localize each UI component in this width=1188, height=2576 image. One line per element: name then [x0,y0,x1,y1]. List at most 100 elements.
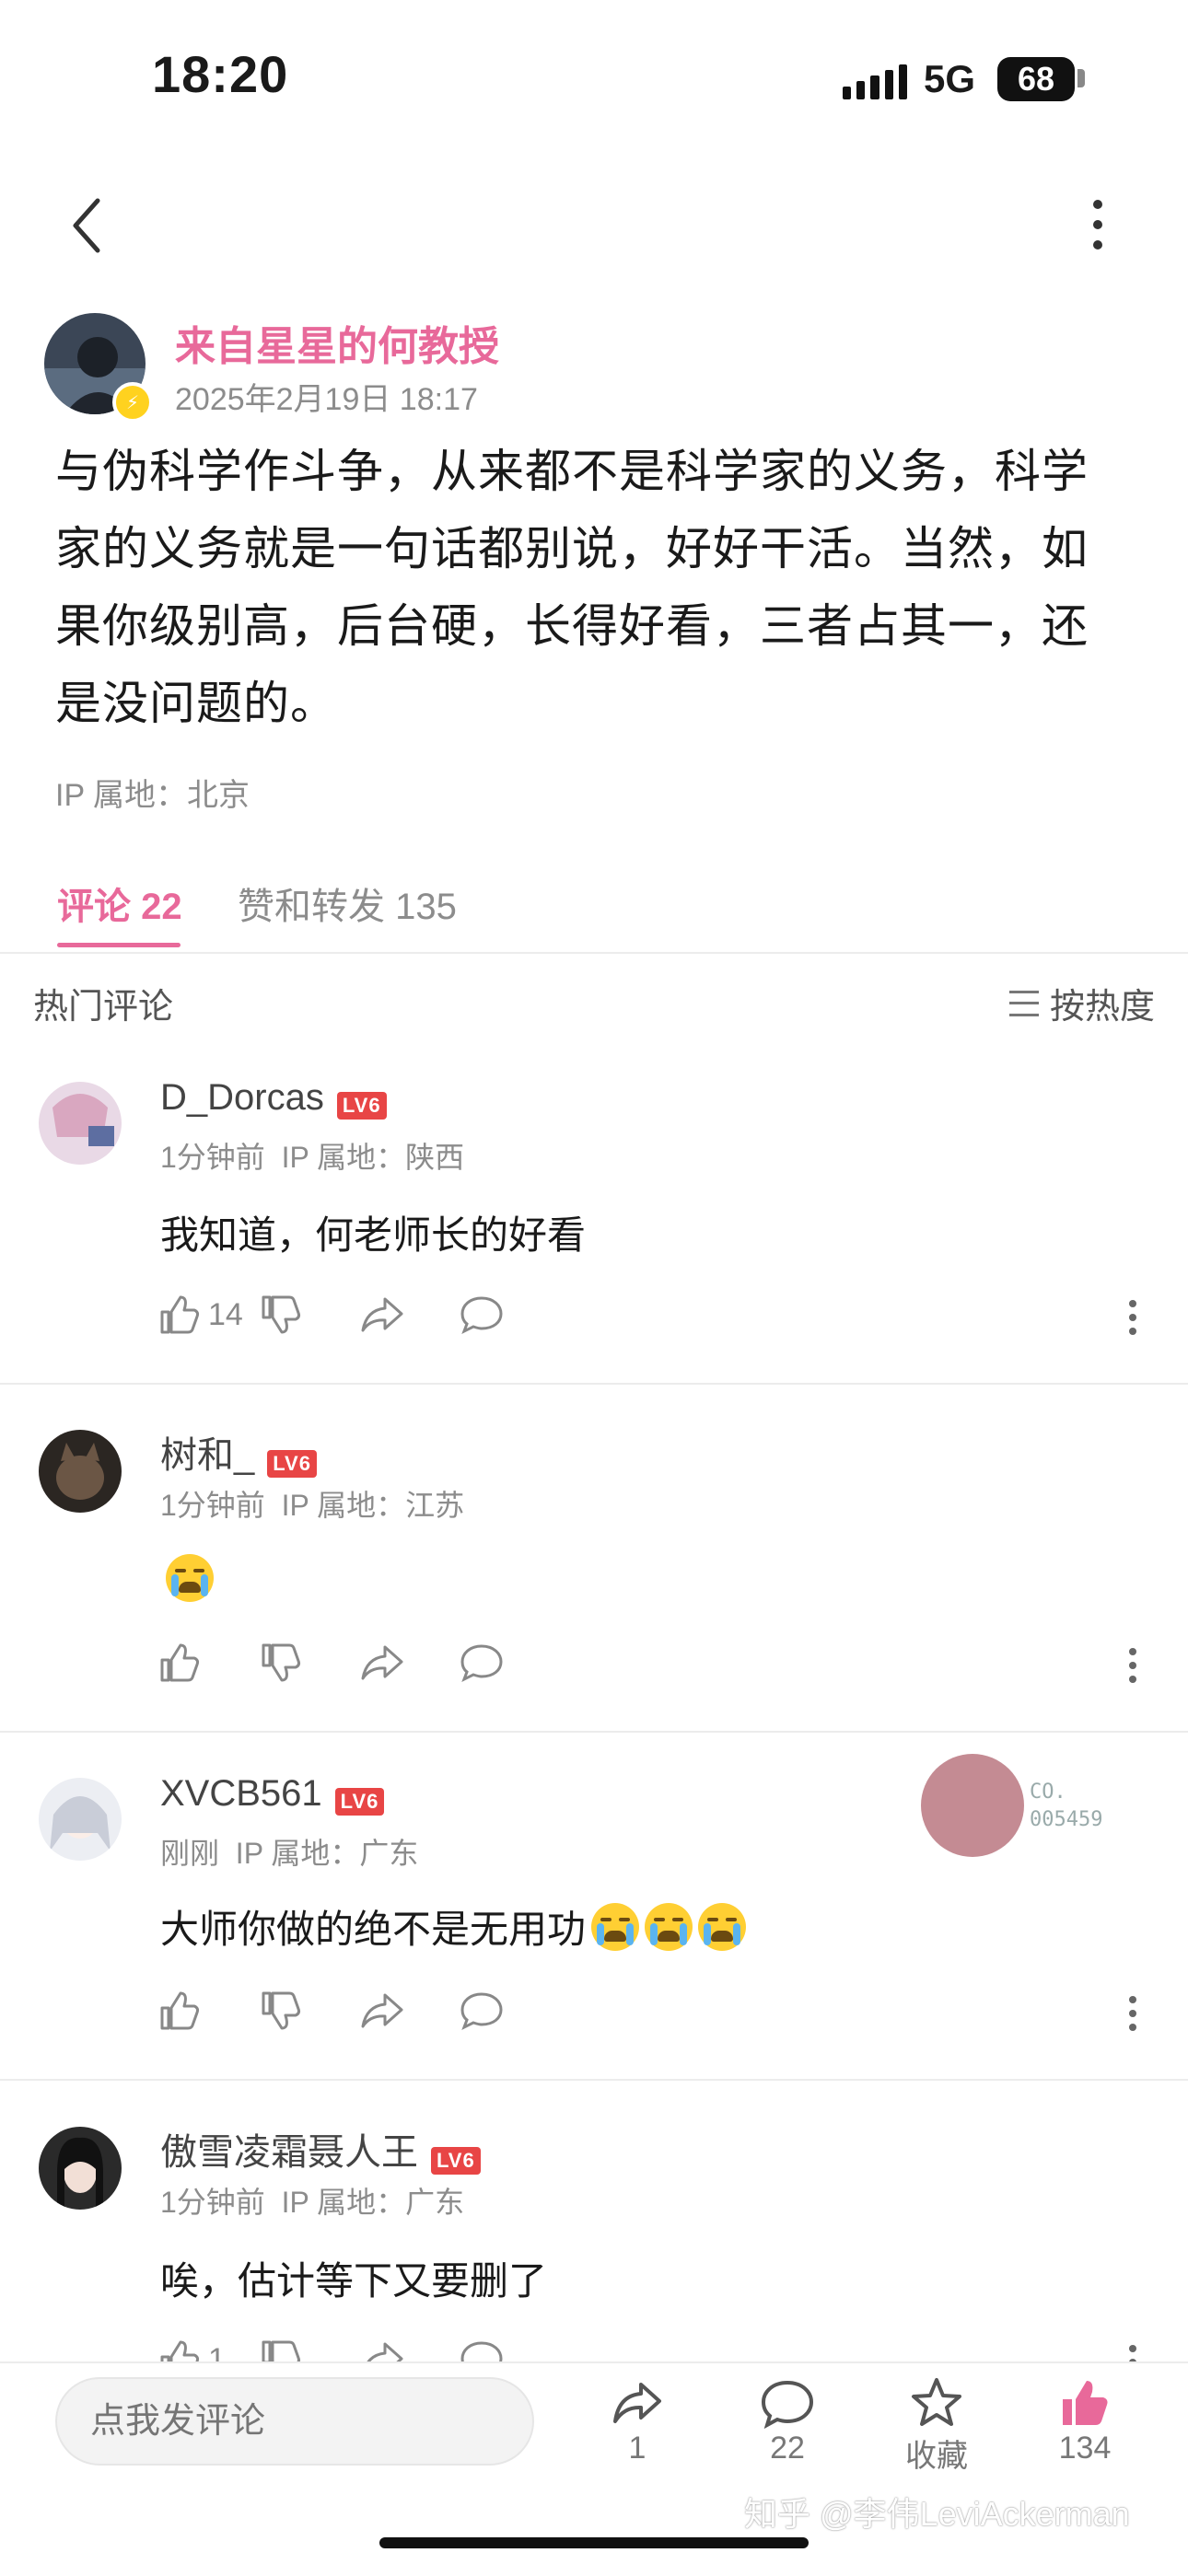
comment-share-button[interactable] [359,1990,405,2032]
comment-avatar[interactable] [39,1082,122,1165]
comment-text-row: 大师你做的绝不是无用功 [160,1898,747,1955]
post-time: 2025年2月19日 18:17 [175,382,478,417]
divider [0,2079,1188,2081]
like-count: 134 [1058,2431,1112,2466]
crying-emoji-icon [166,1554,214,1602]
comment-header: D_Dorcas LV6 [160,1077,387,1120]
thumbs-up-icon [160,1643,200,1682]
comment-time: 1分钟前 [160,2186,265,2219]
comment-more-button[interactable] [1125,1647,1140,1688]
comment-time: 1分钟前 [160,1489,265,1522]
share-button[interactable]: 1 [582,2375,693,2466]
comment-author[interactable]: 树和_ [160,1435,254,1476]
sticker-image [921,1754,1024,1857]
like-button[interactable]: 134 [1030,2375,1140,2466]
tab-likes-reposts[interactable]: 赞和转发 135 [238,876,457,930]
back-icon[interactable] [64,193,111,258]
comment-author[interactable]: XVCB561 [160,1773,322,1814]
comment-dislike-button[interactable] [260,1294,302,1336]
share-icon [361,1645,403,1680]
comment-ip: IP 属地：陕西 [281,1141,465,1174]
level-badge: LV6 [431,2146,481,2175]
crying-emoji-icon [645,1902,693,1951]
more-icon [1129,1648,1136,1683]
share-icon [361,1993,403,2028]
sticker-line: CO. [1030,1781,1066,1804]
share-icon [613,2383,661,2423]
crying-emoji-icon [698,1902,747,1951]
comment-share-button[interactable] [359,1294,405,1336]
level-badge: LV6 [334,1787,385,1816]
more-icon[interactable] [1087,197,1109,252]
comment-like-count: 14 [208,1296,243,1332]
post-ip-location: IP 属地：北京 [55,778,250,813]
battery-cap [1077,69,1085,87]
comment-meta: 1分钟前 IP 属地：广东 [160,2179,464,2222]
comment-ip: IP 属地：江苏 [281,1489,465,1522]
comment-reply-button[interactable] [459,1294,505,1336]
sticker-text: CO. 005459 [1030,1779,1102,1834]
comment-more-button[interactable] [1125,1299,1140,1340]
sort-button[interactable]: 按热度 [1008,978,1155,1028]
comment-text: 唉，估计等下又要删了 [160,2259,548,2303]
comment-avatar[interactable] [39,1430,122,1513]
divider [0,1731,1188,1733]
favorite-label: 收藏 [905,2439,968,2474]
comment-dislike-button[interactable] [260,1642,302,1684]
comment-meta: 1分钟前 IP 属地：江苏 [160,1482,464,1525]
thumbs-down-icon [262,1643,301,1682]
comment-count: 22 [770,2431,805,2466]
comment-dislike-button[interactable] [260,1990,302,2032]
comment-icon [761,2380,814,2430]
comment-input[interactable] [55,2377,534,2466]
comment-more-button[interactable] [1125,1995,1140,2036]
comment-avatar[interactable] [39,1778,122,1861]
star-icon [912,2378,961,2426]
comment-ip: IP 属地：广东 [235,1837,419,1870]
signal-icon [843,63,908,99]
comment-avatar[interactable] [39,2127,122,2210]
comment-share-button[interactable] [359,1642,405,1684]
comment-header: XVCB561 LV6 [160,1773,385,1816]
battery-icon: 68 [997,57,1075,101]
more-icon [1129,1996,1136,2031]
comment-like-button[interactable] [158,1642,201,1684]
comment-text [160,1554,214,1602]
crying-emoji-icon [591,1902,640,1951]
status-time: 18:20 [152,45,289,103]
comment-author[interactable]: 傲雪凌霜聂人王 [160,2132,418,2173]
share-count: 1 [628,2431,646,2466]
level-badge: LV6 [267,1449,317,1478]
comment-header: 树和_ LV6 [160,1425,317,1479]
watermark: 知乎 @李伟LeviAckerman [744,2495,1130,2533]
home-indicator[interactable] [379,2537,809,2548]
comment-time: 刚刚 [160,1837,220,1870]
comment-meta: 刚刚 IP 属地：广东 [160,1830,418,1873]
sort-icon [1008,990,1039,1016]
hot-comments-title: 热门评论 [33,988,174,1027]
comment-ip: IP 属地：广东 [281,2186,465,2219]
comment-reply-button[interactable] [459,1642,505,1684]
divider [0,1383,1188,1385]
post-content: 与伪科学作斗争，从来都不是科学家的义务，科学家的义务就是一句话都别说，好好干活。… [55,446,1089,729]
tab-comments[interactable]: 评论 22 [57,876,182,930]
sticker-line: 005459 [1030,1808,1103,1831]
thumbs-down-icon [262,1295,301,1334]
comment-like-button[interactable]: 14 [158,1294,243,1336]
author-name[interactable]: 来自星星的何教授 [175,313,499,372]
network-type: 5G [924,57,976,100]
comment-button[interactable]: 22 [732,2375,843,2466]
favorite-button[interactable]: 收藏 [881,2375,992,2476]
comment-text: 我知道，何老师长的好看 [160,1213,587,1257]
sort-label: 按热度 [1049,988,1155,1027]
comment-icon [460,1644,503,1683]
thumbs-up-icon [160,1295,200,1334]
thumbs-down-icon [262,1991,301,2030]
comment-header: 傲雪凌霜聂人王 LV6 [160,2122,481,2176]
comment-author[interactable]: D_Dorcas [160,1077,324,1118]
comment-time: 1分钟前 [160,1141,265,1174]
comment-reply-button[interactable] [459,1990,505,2032]
divider [0,952,1188,954]
comment-like-button[interactable] [158,1990,201,2032]
more-icon [1129,1300,1136,1335]
